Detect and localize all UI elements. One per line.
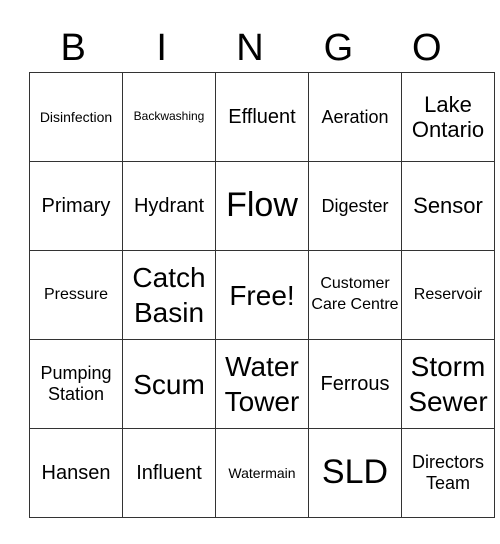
header-letter-g: G [323, 27, 354, 69]
header-letter-i: I [156, 27, 167, 69]
bingo-cell[interactable]: Scum [122, 339, 216, 429]
bingo-cell[interactable]: Primary [29, 161, 123, 251]
bingo-cell[interactable]: Reservoir [401, 250, 495, 340]
bingo-cell[interactable]: Catch Basin [122, 250, 216, 340]
free-space-cell[interactable]: Free! [215, 250, 309, 340]
grid-row: Pressure Catch Basin Free! Customer Care… [29, 250, 495, 340]
bingo-cell[interactable]: Ferrous [308, 339, 402, 429]
bingo-cell[interactable]: Hansen [29, 428, 123, 518]
bingo-grid: Disinfection Backwashing Effluent Aerati… [29, 72, 495, 518]
bingo-cell[interactable]: Influent [122, 428, 216, 518]
bingo-cell[interactable]: Directors Team [401, 428, 495, 518]
bingo-cell[interactable]: Backwashing [122, 72, 216, 162]
header-letter-b: B [60, 27, 86, 69]
bingo-cell[interactable]: Sensor [401, 161, 495, 251]
bingo-cell[interactable]: Watermain [215, 428, 309, 518]
bingo-cell[interactable]: Hydrant [122, 161, 216, 251]
bingo-cell[interactable]: Pumping Station [29, 339, 123, 429]
bingo-cell[interactable]: Effluent [215, 72, 309, 162]
bingo-cell[interactable]: SLD [308, 428, 402, 518]
bingo-cell[interactable]: Digester [308, 161, 402, 251]
bingo-header: B I N G O [29, 26, 471, 70]
bingo-cell[interactable]: Lake Ontario [401, 72, 495, 162]
header-letter-n: N [236, 27, 264, 69]
header-letter-o: O [412, 27, 442, 69]
grid-row: Pumping Station Scum Water Tower Ferrous… [29, 339, 495, 429]
bingo-cell[interactable]: Pressure [29, 250, 123, 340]
bingo-cell[interactable]: Aeration [308, 72, 402, 162]
grid-row: Hansen Influent Watermain SLD Directors … [29, 428, 495, 518]
bingo-cell[interactable]: Water Tower [215, 339, 309, 429]
bingo-cell[interactable]: Storm Sewer [401, 339, 495, 429]
bingo-cell[interactable]: Flow [215, 161, 309, 251]
grid-row: Disinfection Backwashing Effluent Aerati… [29, 72, 495, 162]
bingo-cell[interactable]: Customer Care Centre [308, 250, 402, 340]
grid-row: Primary Hydrant Flow Digester Sensor [29, 161, 495, 251]
bingo-cell[interactable]: Disinfection [29, 72, 123, 162]
